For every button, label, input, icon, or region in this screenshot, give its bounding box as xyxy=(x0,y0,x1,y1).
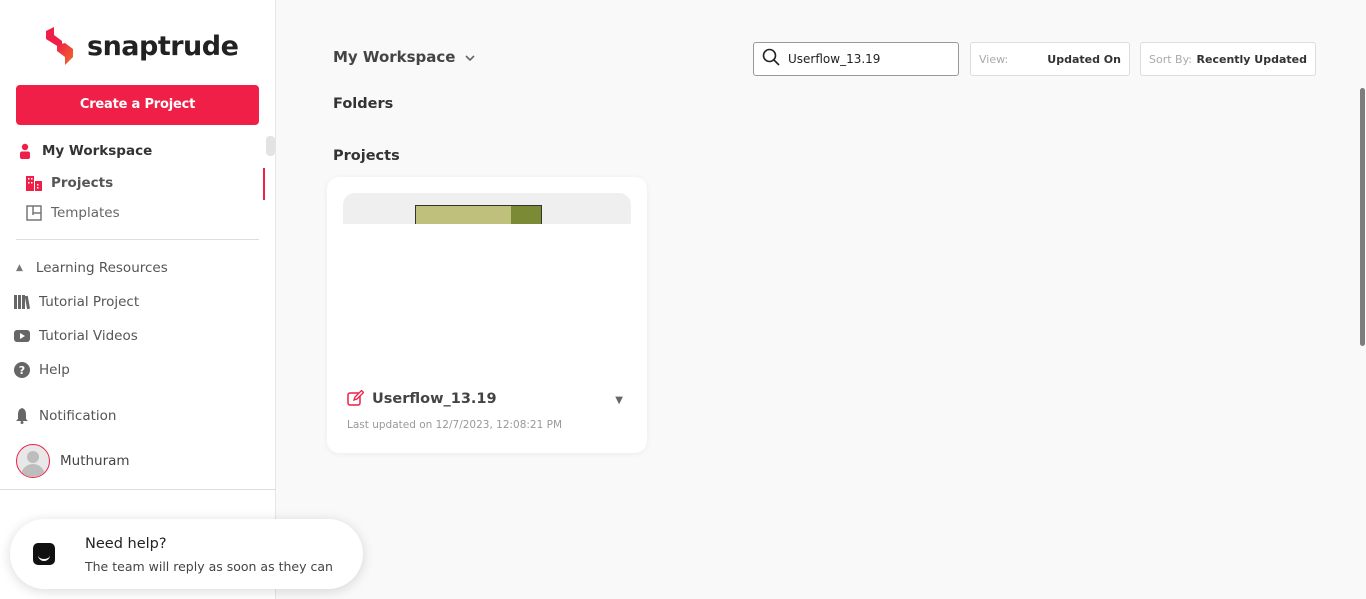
bell-icon xyxy=(13,407,31,425)
main-scrollbar[interactable] xyxy=(1360,88,1365,346)
library-icon xyxy=(13,293,31,311)
sidebar-item-projects[interactable]: Projects xyxy=(25,174,113,192)
sidebar-item-tutorial-videos[interactable]: Tutorial Videos xyxy=(13,327,138,345)
sidebar-item-templates[interactable]: Templates xyxy=(25,204,120,222)
view-label: View: xyxy=(979,52,1009,66)
projects-heading: Projects xyxy=(333,148,400,164)
active-indicator xyxy=(263,168,265,200)
sidebar-item-notification[interactable]: Notification xyxy=(13,407,116,425)
workspace-title: My Workspace xyxy=(333,48,456,66)
sidebar-item-my-workspace[interactable]: My Workspace xyxy=(16,142,152,160)
search-input[interactable] xyxy=(788,52,948,66)
sort-value: Recently Updated xyxy=(1196,52,1307,66)
project-title-row[interactable]: Userflow_13.19 xyxy=(347,390,497,407)
sidebar-item-label: Learning Resources xyxy=(35,260,168,276)
caret-down-icon[interactable]: ▼ xyxy=(615,395,623,406)
sidebar-item-label: Help xyxy=(39,362,70,378)
project-card[interactable]: Userflow_13.19 ▼ Last updated on 12/7/20… xyxy=(327,177,647,453)
floorplan-icon xyxy=(25,204,43,222)
edit-icon[interactable] xyxy=(347,390,364,407)
help-chat-widget[interactable]: Need help? The team will reply as soon a… xyxy=(10,519,363,589)
snaptrude-logo[interactable]: snaptrude xyxy=(46,27,239,65)
learning-resources-toggle[interactable]: ▲ Learning Resources xyxy=(16,260,168,276)
sidebar: snaptrude Create a Project My Workspace … xyxy=(0,0,276,599)
create-project-button[interactable]: Create a Project xyxy=(16,85,259,125)
sidebar-item-label: Templates xyxy=(51,205,120,221)
help-widget-title: Need help? xyxy=(85,536,167,552)
sort-label: Sort By: xyxy=(1149,52,1193,66)
user-name: Muthuram xyxy=(60,453,130,469)
help-circle-icon: ? xyxy=(13,361,31,379)
search-field[interactable] xyxy=(753,42,959,76)
sidebar-item-label: Tutorial Project xyxy=(39,294,140,310)
sidebar-item-label: Notification xyxy=(39,408,117,424)
project-thumbnail[interactable] xyxy=(343,193,631,224)
sidebar-item-label: Projects xyxy=(51,175,114,191)
divider xyxy=(16,239,259,240)
search-icon xyxy=(762,48,780,70)
sidebar-scrollbar[interactable] xyxy=(266,136,275,156)
sidebar-item-tutorial-project[interactable]: Tutorial Project xyxy=(13,293,139,311)
caret-up-icon: ▲ xyxy=(16,263,23,273)
view-dropdown[interactable]: View: Updated On xyxy=(970,42,1130,76)
workspace-dropdown[interactable]: My Workspace xyxy=(333,48,476,66)
project-updated: Last updated on 12/7/2023, 12:08:21 PM xyxy=(347,419,563,431)
sort-dropdown[interactable]: Sort By: Recently Updated xyxy=(1140,42,1316,76)
chevron-down-icon xyxy=(465,51,476,64)
divider xyxy=(0,489,276,490)
buildings-icon xyxy=(25,174,43,192)
project-name: Userflow_13.19 xyxy=(372,390,497,407)
sidebar-item-label: My Workspace xyxy=(42,143,153,159)
user-icon xyxy=(16,142,34,160)
chat-icon xyxy=(33,543,55,565)
building-preview xyxy=(415,205,542,224)
sidebar-item-help[interactable]: ? Help xyxy=(13,361,70,379)
user-profile[interactable]: Muthuram xyxy=(16,444,130,478)
folders-heading: Folders xyxy=(333,96,394,112)
view-value: Updated On xyxy=(1047,52,1121,66)
avatar xyxy=(16,444,50,478)
snaptrude-logo-icon xyxy=(46,27,73,65)
video-play-icon xyxy=(13,327,31,345)
sidebar-item-label: Tutorial Videos xyxy=(39,328,138,344)
help-widget-subtitle: The team will reply as soon as they can xyxy=(85,559,333,574)
brand-name: snaptrude xyxy=(87,30,239,62)
svg-text:?: ? xyxy=(19,364,25,377)
